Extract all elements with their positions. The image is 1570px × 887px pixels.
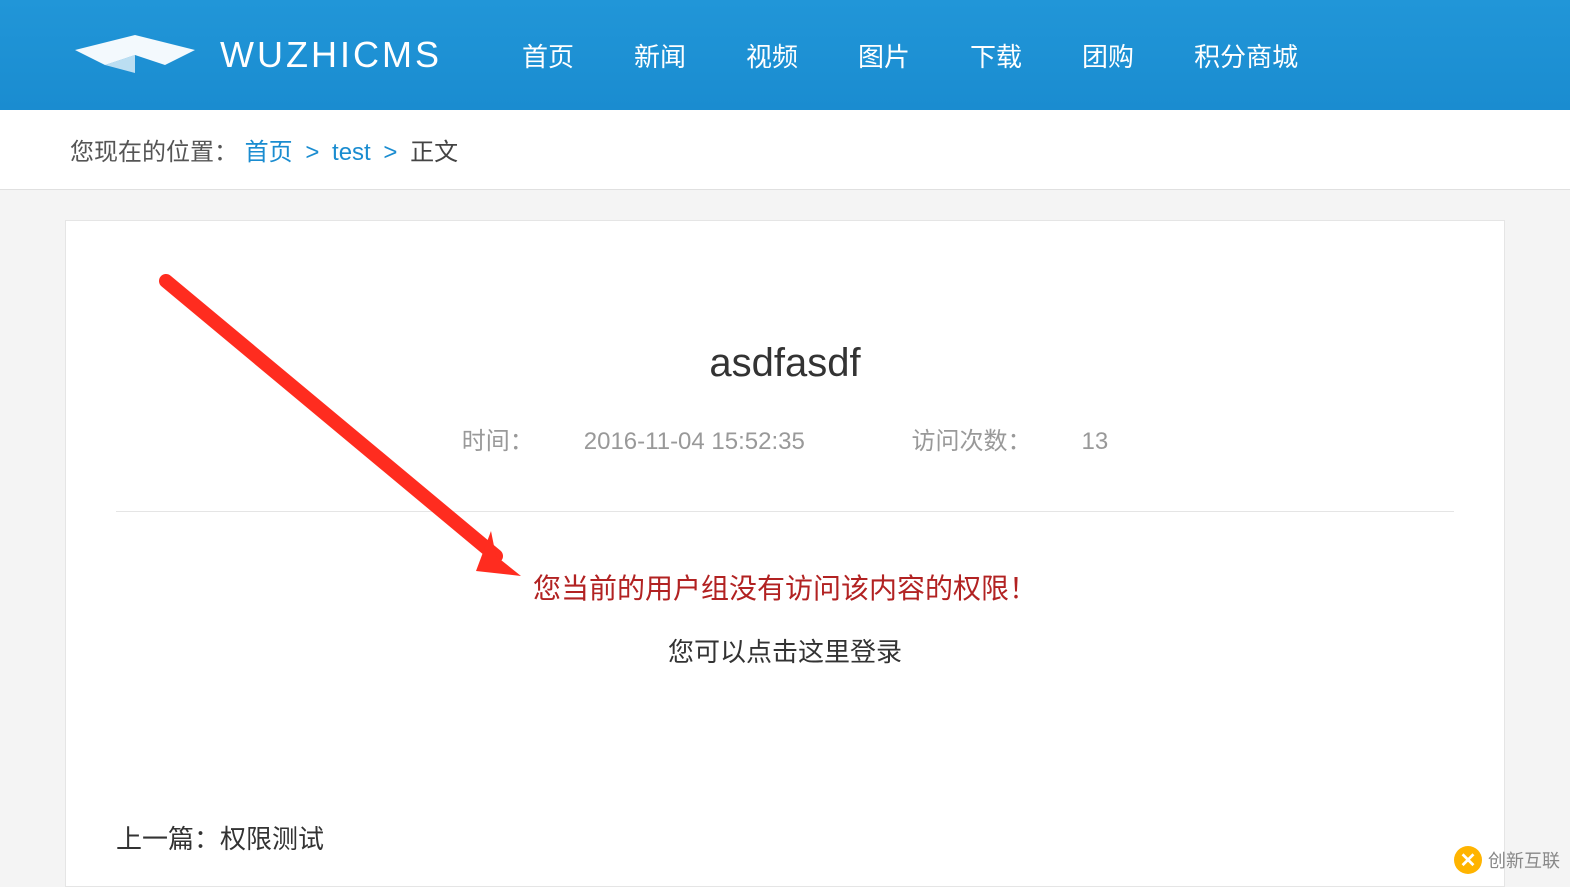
- site-header: WUZHICMS 首页 新闻 视频 图片 下载 团购 积分商城: [0, 0, 1570, 110]
- watermark: ✕ 创新互联: [1454, 846, 1560, 874]
- breadcrumb-prefix: 您现在的位置：: [70, 139, 238, 166]
- breadcrumb-home[interactable]: 首页: [245, 139, 293, 166]
- article-container: asdfasdf 时间：2016-11-04 15:52:35 访问次数：13 …: [65, 220, 1505, 887]
- watermark-icon: ✕: [1454, 846, 1482, 874]
- breadcrumb-test[interactable]: test: [332, 139, 371, 166]
- logo-icon: [70, 25, 200, 85]
- breadcrumb-current: 正文: [410, 139, 458, 166]
- nav-news[interactable]: 新闻: [634, 37, 686, 74]
- article-title: asdfasdf: [116, 341, 1454, 386]
- logo-text: WUZHICMS: [220, 34, 442, 76]
- article-time: 时间：2016-11-04 15:52:35: [437, 428, 830, 455]
- permission-error: 您当前的用户组没有访问该内容的权限！: [116, 567, 1454, 607]
- divider: [116, 511, 1454, 512]
- nav-image[interactable]: 图片: [858, 37, 910, 74]
- breadcrumb: 您现在的位置： 首页 > test > 正文: [0, 110, 1570, 190]
- breadcrumb-sep: >: [383, 139, 397, 166]
- prev-article: 上一篇：权限测试: [116, 819, 1454, 856]
- nav-video[interactable]: 视频: [746, 37, 798, 74]
- prev-title[interactable]: 权限测试: [220, 824, 324, 854]
- login-link[interactable]: 您可以点击这里登录: [116, 632, 1454, 669]
- breadcrumb-sep: >: [305, 139, 319, 166]
- prev-label: 上一篇：: [116, 824, 220, 854]
- watermark-text: 创新互联: [1488, 847, 1560, 873]
- nav-group[interactable]: 团购: [1082, 37, 1134, 74]
- article-visits: 访问次数：13: [887, 428, 1134, 455]
- main-nav: 首页 新闻 视频 图片 下载 团购 积分商城: [522, 37, 1298, 74]
- nav-mall[interactable]: 积分商城: [1194, 37, 1298, 74]
- nav-download[interactable]: 下载: [970, 37, 1022, 74]
- nav-home[interactable]: 首页: [522, 37, 574, 74]
- article-meta: 时间：2016-11-04 15:52:35 访问次数：13: [116, 421, 1454, 456]
